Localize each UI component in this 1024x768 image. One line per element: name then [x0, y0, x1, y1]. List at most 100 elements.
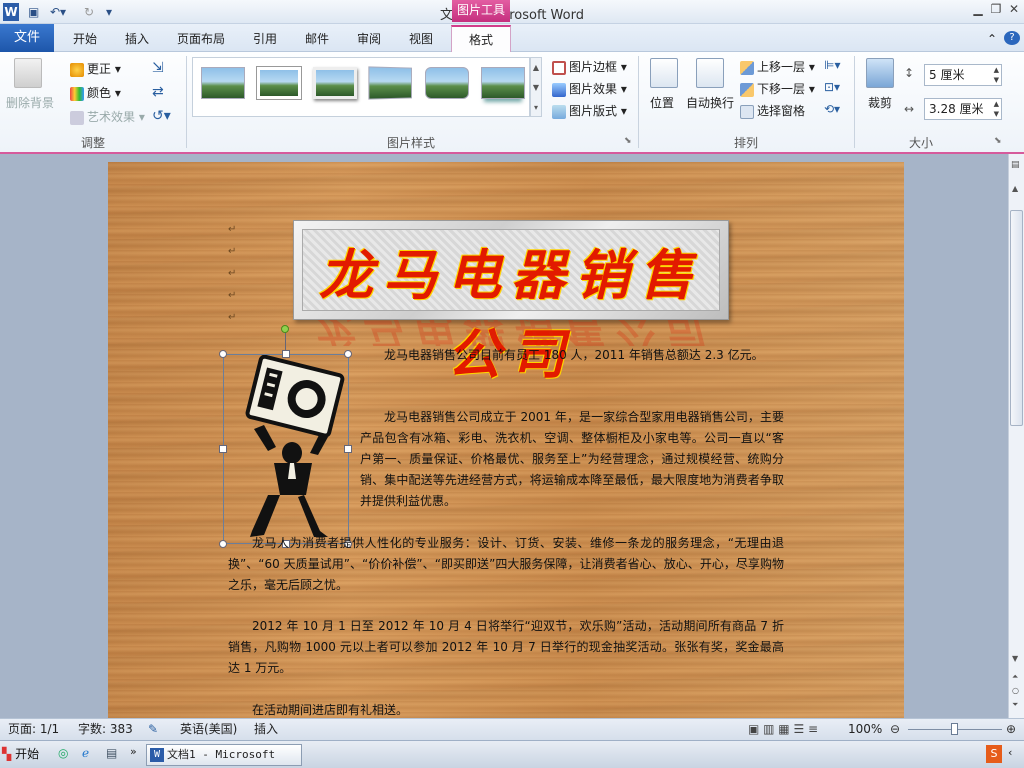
stepper-arrows[interactable]: ▲ ▼ — [994, 65, 999, 85]
group-icon[interactable]: ⊡▾ — [824, 80, 840, 94]
picture-effects-button[interactable]: 图片效果 ▾ — [552, 80, 627, 97]
paragraph-staff[interactable]: 龙马电器销售公司目前有员工 180 人，2011 年销售总额达 2.3 亿元。 — [360, 345, 784, 366]
picture-border-icon — [552, 60, 566, 75]
rotate-icon[interactable]: ⟲▾ — [824, 102, 840, 116]
insert-mode[interactable]: 插入 — [254, 719, 278, 739]
paragraph-company-intro[interactable]: 龙马电器销售公司成立于 2001 年，是一家综合型家用电器销售公司，主要产品包含… — [360, 407, 784, 512]
tab-references[interactable]: 引用 — [244, 27, 286, 52]
scroll-down-icon[interactable]: ▼ — [1012, 654, 1018, 663]
resize-handle-right[interactable] — [344, 445, 352, 453]
picture-style-thumb[interactable] — [257, 67, 301, 99]
wrap-text-button[interactable]: 自动换行 — [686, 94, 734, 111]
wrap-text-icon — [696, 58, 724, 88]
send-backward-icon — [740, 82, 754, 97]
crop-button[interactable]: 裁剪 — [868, 94, 892, 111]
vertical-scrollbar[interactable]: ▤ ▲ ▼ ⏶ ○ ⏷ — [1008, 154, 1024, 718]
view-buttons-icon[interactable]: ▣ ▥ ▦ ☰ ≡ — [748, 719, 818, 739]
close-icon[interactable]: ✕ — [1006, 2, 1022, 16]
tab-format[interactable]: 格式 — [451, 25, 511, 53]
align-icon[interactable]: ⊫▾ — [824, 58, 840, 72]
picture-style-thumb[interactable] — [313, 67, 357, 99]
tab-home[interactable]: 开始 — [64, 27, 106, 52]
language-indicator[interactable]: 英语(美国) — [180, 719, 237, 739]
send-backward-label: 下移一层 — [757, 82, 806, 96]
resize-handle-left[interactable] — [219, 445, 227, 453]
shape-width-value: 3.28 厘米 — [929, 102, 984, 116]
picture-style-thumb[interactable] — [425, 67, 469, 99]
zoom-level[interactable]: 100% — [848, 719, 882, 739]
scroll-up-icon[interactable]: ▲ — [1012, 184, 1018, 193]
color-button[interactable]: 颜色 ▾ — [70, 84, 121, 101]
shape-height-stepper[interactable]: 5 厘米 ▲ ▼ — [924, 64, 1002, 86]
picture-layout-icon — [552, 104, 566, 119]
selected-clipart-image[interactable] — [223, 354, 349, 544]
browser-icon[interactable]: ℯ — [82, 746, 89, 760]
tab-review[interactable]: 审阅 — [348, 27, 390, 52]
restore-icon[interactable]: ❐ — [988, 2, 1004, 16]
document-page[interactable]: 龙马电器销售公司 龙马电器销售公司 ↵ ↵ ↵ ↵ ↵ 龙马电器销售公司目前有员… — [108, 162, 904, 718]
artistic-effects-button[interactable]: 艺术效果 ▾ — [70, 108, 145, 125]
tab-mailings[interactable]: 邮件 — [296, 27, 338, 52]
scroll-thumb[interactable] — [1010, 210, 1023, 426]
word-count[interactable]: 字数: 383 — [78, 719, 133, 739]
tab-view[interactable]: 视图 — [400, 27, 442, 52]
compress-pictures-icon[interactable]: ⇲ — [152, 60, 164, 76]
send-backward-button[interactable]: 下移一层 ▾ — [740, 80, 815, 97]
help-icon[interactable]: ? — [1004, 31, 1020, 45]
tray-app-icon[interactable]: S — [986, 745, 1002, 763]
dialog-launcher-icon[interactable]: ⬊ — [994, 136, 1002, 146]
tab-file[interactable]: 文件 — [0, 24, 54, 52]
tab-page-layout[interactable]: 页面布局 — [170, 27, 232, 52]
picture-style-thumb[interactable] — [201, 67, 245, 99]
bring-forward-button[interactable]: 上移一层 ▾ — [740, 58, 815, 75]
tab-insert[interactable]: 插入 — [116, 27, 158, 52]
page-indicator[interactable]: 页面: 1/1 — [8, 719, 59, 739]
selection-pane-button[interactable]: 选择窗格 — [740, 102, 805, 119]
media-icon[interactable]: ▤ — [106, 746, 117, 760]
next-page-icon[interactable]: ⏷ — [1012, 700, 1018, 710]
browse-object-icon[interactable]: ○ — [1012, 686, 1019, 695]
proofing-icon[interactable]: ✎ — [148, 719, 158, 739]
stepper-arrows[interactable]: ▲ ▼ — [994, 99, 999, 119]
paragraph-mark: ↵ — [228, 312, 237, 323]
position-button[interactable]: 位置 — [650, 94, 674, 111]
previous-page-icon[interactable]: ⏶ — [1012, 672, 1018, 682]
gallery-scroll-arrows[interactable]: ▲ ▼ ▾ — [530, 57, 542, 117]
rotate-handle-stem — [285, 332, 286, 350]
minimize-icon[interactable]: ▁ — [970, 2, 986, 16]
resize-handle-top[interactable] — [282, 350, 290, 358]
resize-handle-bottom-left[interactable] — [219, 540, 227, 548]
taskbar: ▚ 开始 ◎ ℯ ▤ » W文档1 - Microsoft Word S ‹ — [0, 740, 1024, 768]
dialog-launcher-icon[interactable]: ⬊ — [624, 136, 632, 146]
zoom-out-icon[interactable]: ⊖ — [890, 719, 900, 739]
taskbar-word-window[interactable]: W文档1 - Microsoft Word — [146, 744, 302, 766]
paragraph-gift[interactable]: 在活动期间进店即有礼相送。 — [228, 700, 784, 718]
picture-style-thumb[interactable] — [368, 66, 412, 100]
ruler-toggle-icon[interactable]: ▤ — [1011, 160, 1020, 170]
remove-background-button[interactable]: 删除背景 — [6, 94, 54, 111]
shape-width-stepper[interactable]: 3.28 厘米 ▲ ▼ — [924, 98, 1002, 120]
paragraph-promotion[interactable]: 2012 年 10 月 1 日至 2012 年 10 月 4 日将举行“迎双节，… — [228, 616, 784, 679]
picture-layout-button[interactable]: 图片版式 ▾ — [552, 102, 627, 119]
more-quicklaunch-icon[interactable]: » — [130, 745, 137, 758]
wordart-banner[interactable]: 龙马电器销售公司 — [293, 220, 729, 386]
picture-style-thumb[interactable] — [481, 67, 525, 99]
zoom-slider-thumb[interactable] — [951, 723, 958, 735]
resize-handle-top-right[interactable] — [344, 350, 352, 358]
picture-styles-gallery[interactable] — [192, 57, 530, 117]
reset-picture-icon[interactable]: ↺▾ — [152, 108, 171, 124]
resize-handle-top-left[interactable] — [219, 350, 227, 358]
start-button[interactable]: ▚ 开始 — [2, 743, 50, 765]
ribbon-collapse-icon[interactable]: ⌃ — [984, 27, 1000, 52]
show-desktop-icon[interactable]: ◎ — [58, 746, 68, 760]
corrections-label: 更正 — [87, 62, 112, 76]
artistic-effects-label: 艺术效果 — [87, 110, 136, 124]
zoom-in-icon[interactable]: ⊕ — [1006, 719, 1016, 739]
rotate-handle[interactable] — [281, 325, 289, 333]
corrections-button[interactable]: 更正 ▾ — [70, 60, 121, 77]
tray-expand-icon[interactable]: ‹ — [1008, 746, 1012, 759]
picture-border-button[interactable]: 图片边框 ▾ — [552, 58, 627, 75]
change-picture-icon[interactable]: ⇄ — [152, 84, 164, 100]
paragraph-service[interactable]: 龙马人为消费者提供人性化的专业服务：设计、订货、安装、维修一条龙的服务理念，“无… — [228, 533, 784, 596]
man-holding-radio-clipart — [245, 354, 345, 537]
